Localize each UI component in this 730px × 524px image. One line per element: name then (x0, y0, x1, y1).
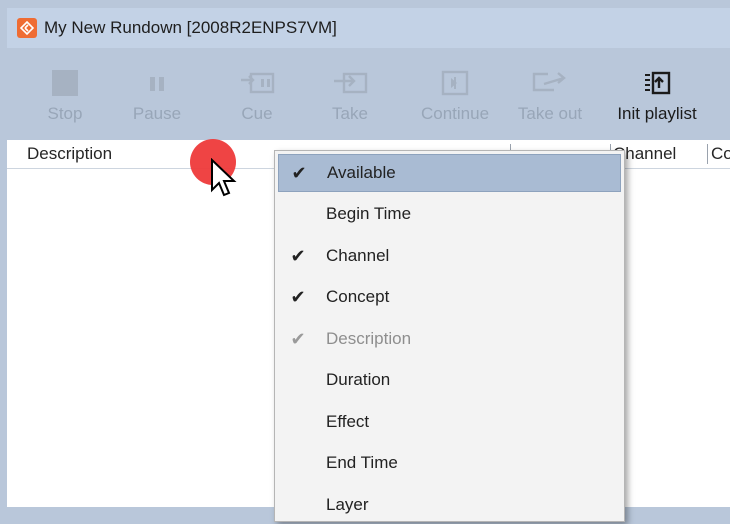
pause-button[interactable]: Pause (127, 48, 187, 140)
menu-item-layer[interactable]: Layer (278, 486, 621, 524)
pause-label: Pause (132, 104, 182, 123)
app-logo-icon (17, 18, 37, 38)
menu-item-label: End Time (326, 453, 398, 472)
check-icon: ✔ (290, 286, 306, 307)
menu-item-label: Channel (326, 246, 390, 265)
init-playlist-label: Init playlist (617, 104, 697, 123)
menu-item-label: Concept (326, 287, 390, 306)
column-chooser-menu: ✔ Available Begin Time ✔ Channel ✔ Conce… (274, 150, 625, 522)
menu-item-end-time[interactable]: End Time (278, 444, 621, 482)
stop-label: Stop (47, 104, 83, 123)
menu-item-label: Available (327, 163, 396, 182)
continue-button[interactable]: Continue (410, 48, 500, 140)
cue-label: Cue (241, 104, 273, 123)
init-playlist-button[interactable]: Init playlist (607, 48, 707, 140)
menu-item-description: ✔ Description (278, 320, 621, 358)
check-icon: ✔ (290, 328, 306, 349)
toolbar: Stop Pause Cue Take Continue Take out In… (7, 48, 730, 140)
take-out-label: Take out (517, 104, 583, 123)
take-button[interactable]: Take (320, 48, 380, 140)
menu-item-label: Layer (326, 495, 369, 514)
menu-item-concept[interactable]: ✔ Concept (278, 278, 621, 316)
window-title: My New Rundown [2008R2ENPS7VM] (44, 18, 337, 37)
take-icon (330, 66, 370, 100)
column-concept[interactable]: Concept (711, 144, 730, 164)
cue-icon (237, 66, 277, 100)
continue-label: Continue (420, 104, 490, 123)
stop-icon (51, 66, 79, 100)
pause-icon (147, 66, 167, 100)
mouse-pointer-icon (211, 158, 237, 197)
continue-icon (438, 66, 472, 100)
take-out-button[interactable]: Take out (510, 48, 590, 140)
menu-item-label: Effect (326, 412, 370, 431)
menu-item-begin-time[interactable]: Begin Time (278, 195, 621, 233)
menu-item-label: Description (326, 329, 412, 348)
check-icon: ✔ (290, 245, 306, 266)
title-bar[interactable]: My New Rundown [2008R2ENPS7VM] (7, 8, 730, 48)
menu-item-available[interactable]: ✔ Available (278, 154, 621, 192)
cue-button[interactable]: Cue (227, 48, 287, 140)
take-label: Take (332, 104, 368, 123)
menu-item-duration[interactable]: Duration (278, 361, 621, 399)
menu-item-label: Begin Time (326, 204, 412, 223)
take-out-icon (530, 66, 570, 100)
check-icon: ✔ (291, 162, 307, 183)
column-separator[interactable] (707, 144, 708, 164)
menu-item-label: Duration (326, 370, 391, 389)
init-playlist-icon (639, 66, 675, 100)
column-description[interactable]: Description (27, 144, 112, 164)
menu-item-channel[interactable]: ✔ Channel (278, 237, 621, 275)
menu-item-effect[interactable]: Effect (278, 403, 621, 441)
stop-button[interactable]: Stop (35, 48, 95, 140)
